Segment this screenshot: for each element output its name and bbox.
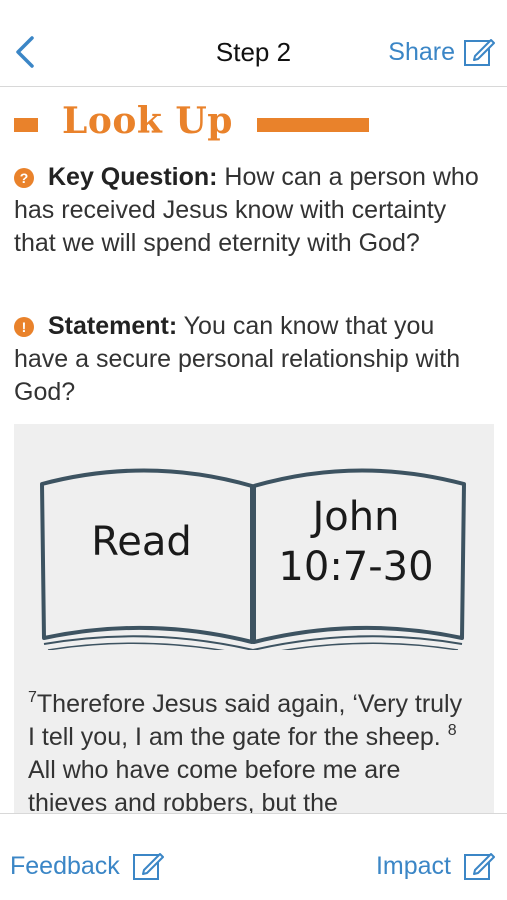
- verse-number: 8: [447, 722, 457, 739]
- question-icon: ?: [14, 168, 34, 188]
- book-left-page-text: Read: [91, 519, 192, 565]
- statement-label: Statement:: [48, 312, 178, 340]
- impact-label: Impact: [375, 851, 451, 880]
- scripture-reference: 10:7-30: [278, 544, 434, 590]
- share-button[interactable]: Share: [388, 34, 495, 70]
- heading-accent-bar-right: [256, 118, 369, 132]
- scripture-book-name: John: [312, 494, 400, 540]
- key-question-label: Key Question:: [48, 163, 218, 191]
- section-heading: Look Up: [14, 98, 369, 144]
- scripture-card: Read John 10:7-30 7Therefore Jesus said …: [14, 424, 494, 824]
- edit-icon: [132, 853, 164, 880]
- statement-paragraph: ! Statement: You can know that you have a…: [14, 310, 494, 409]
- impact-button[interactable]: Impact: [376, 850, 495, 882]
- verse-number: 7: [28, 689, 37, 706]
- verse-7-text: Therefore Jesus said again, ‘Very truly …: [28, 690, 463, 751]
- top-nav-bar: Step 2 Share: [0, 0, 507, 87]
- exclamation-icon: !: [14, 317, 34, 337]
- feedback-button[interactable]: Feedback: [10, 850, 164, 882]
- feedback-label: Feedback: [10, 851, 120, 880]
- key-question-paragraph: ? Key Question: How can a person who has …: [14, 161, 494, 260]
- edit-icon: [464, 39, 495, 66]
- edit-icon: [464, 853, 495, 880]
- share-label: Share: [388, 37, 455, 66]
- heading-accent-bar-left: [14, 118, 38, 132]
- verse-8-text: All who have come before me are thieves …: [28, 756, 401, 817]
- book-right-page-text: John 10:7-30: [276, 492, 436, 592]
- verse-text: 7Therefore Jesus said again, ‘Very truly…: [28, 688, 468, 820]
- bottom-toolbar: Feedback Impact: [0, 813, 507, 900]
- section-title: Look Up: [62, 100, 233, 142]
